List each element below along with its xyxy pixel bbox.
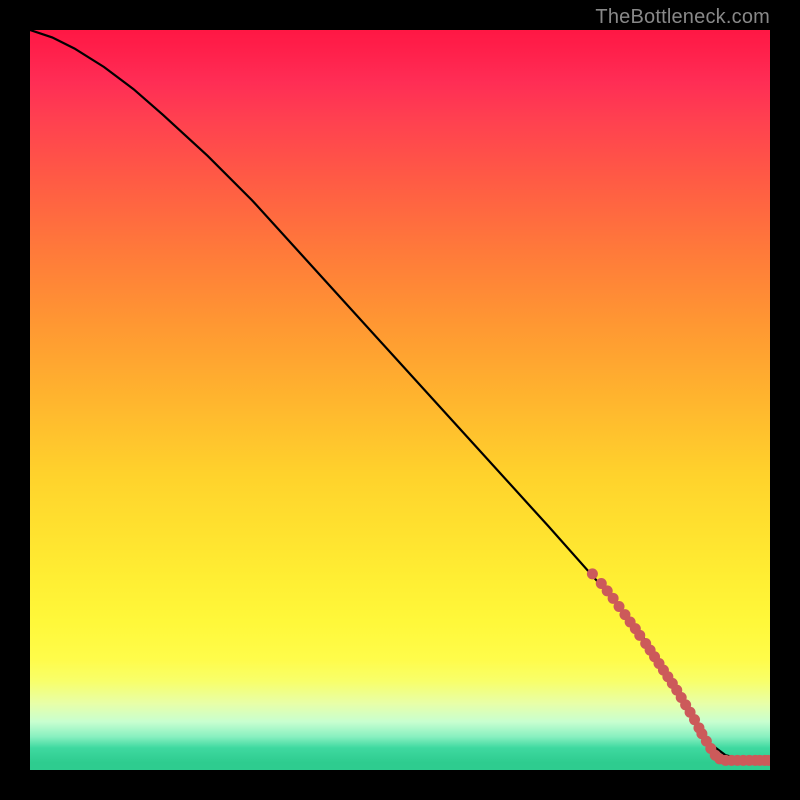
performance-curve [30, 30, 770, 760]
watermark-text: TheBottleneck.com [595, 6, 770, 29]
data-marker [587, 568, 598, 579]
plot-area [30, 30, 770, 770]
marker-series [587, 568, 770, 765]
chart-overlay [30, 30, 770, 770]
chart-stage: TheBottleneck.com [0, 0, 800, 800]
